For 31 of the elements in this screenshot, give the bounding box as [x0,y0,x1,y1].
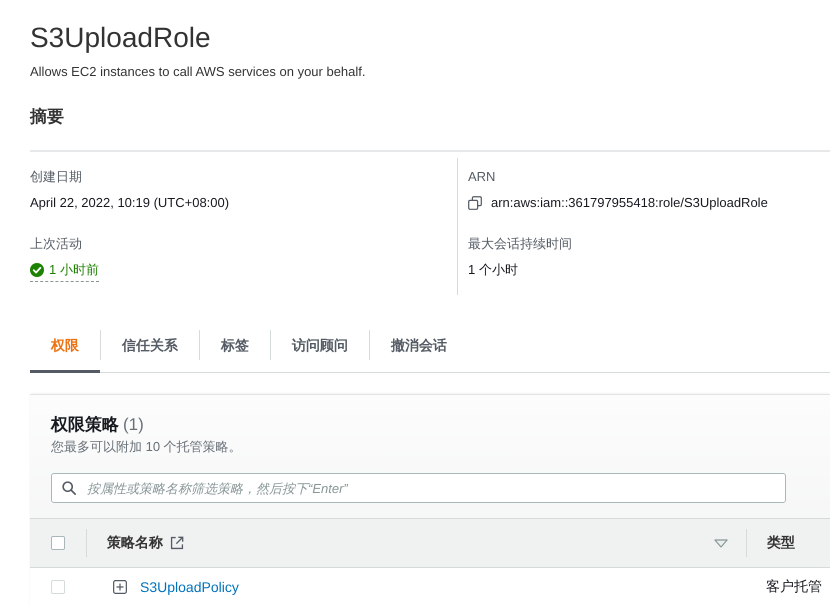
tab[interactable]: 标签 [200,325,270,373]
panel-heading: 权限策略 [51,415,119,434]
tab[interactable]: 信任关系 [101,325,199,373]
column-header[interactable]: 类型 [767,534,795,552]
field-label: 上次活动 [30,235,83,253]
sort-caret-icon[interactable] [714,538,728,548]
column-header[interactable]: 策略名称 [107,534,163,552]
field-value: April 22, 2022, 10:19 (UTC+08:00) [30,194,230,212]
tab[interactable]: 撤消会话 [370,325,468,373]
copy-icon[interactable] [468,196,482,210]
section-heading: 摘要 [30,106,65,128]
select-all-checkbox[interactable] [51,536,65,550]
field-label: 创建日期 [30,168,83,186]
expand-icon[interactable] [113,580,127,594]
field-label: 最大会话持续时间 [468,235,573,253]
panel-note: 您最多可以附加 10 个托管策略。 [51,438,243,456]
page-title: S3UploadRole [30,21,212,55]
row-checkbox[interactable] [51,580,65,594]
last-activity-link[interactable]: 1 小时前 [30,261,99,282]
role-description: Allows EC2 instances to call AWS services on your behalf. [30,63,366,81]
field-value: 1 个小时 [468,261,518,279]
field-value: arn:aws:iam::361797955418:role/S3UploadRole [491,194,768,212]
external-link-icon [170,536,184,550]
search-icon [62,481,76,495]
table-cell: 客户托管 [766,578,822,596]
policy-link[interactable]: S3UploadPolicy [140,579,239,595]
tab[interactable]: 访问顾问 [271,325,369,373]
search-field[interactable]: 按属性或策略名称筛选策略，然后按下“Enter” [51,473,786,503]
policy-count: (1) [123,415,144,434]
field-label: ARN [468,168,496,186]
check-circle-icon [30,263,44,277]
